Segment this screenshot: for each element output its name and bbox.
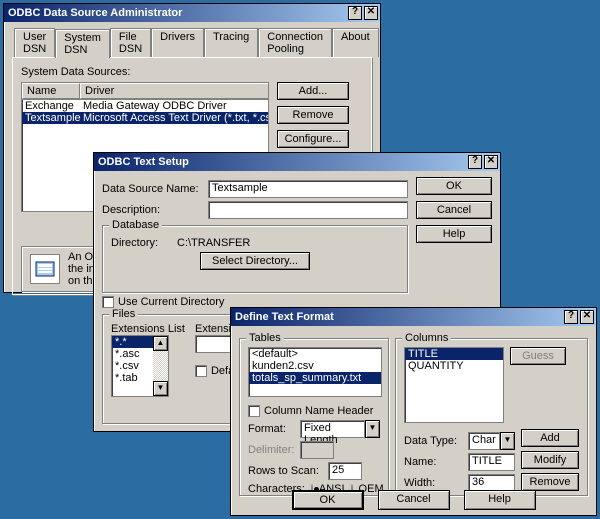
- chevron-down-icon[interactable]: ▼: [365, 420, 380, 438]
- remove-button[interactable]: Remove: [277, 106, 349, 124]
- data-type-select[interactable]: Char ▼: [468, 432, 515, 450]
- help-title-button[interactable]: ?: [468, 155, 482, 169]
- description-input[interactable]: [208, 201, 408, 219]
- odbc-icon: [30, 254, 60, 284]
- ok-button[interactable]: OK: [416, 177, 492, 195]
- window-title: ODBC Data Source Administrator: [8, 7, 348, 19]
- checkbox-icon: [248, 405, 260, 417]
- rows-to-scan-input[interactable]: 25: [328, 462, 362, 480]
- extensions-list-label: Extensions List: [111, 323, 185, 335]
- list-item[interactable]: *.tab: [112, 372, 153, 384]
- extensions-list[interactable]: *.* *.asc *.csv *.tab ▲ ▼: [111, 335, 169, 397]
- columns-group-label: Columns: [402, 332, 451, 344]
- list-item[interactable]: TITLE: [405, 348, 503, 360]
- help-button[interactable]: Help: [464, 490, 536, 510]
- width-label: Width:: [404, 477, 462, 489]
- directory-value: C:\TRANSFER: [177, 237, 250, 249]
- close-title-button[interactable]: ✕: [580, 310, 594, 324]
- description-label: Description:: [102, 204, 202, 216]
- add-column-button[interactable]: Add: [521, 429, 579, 447]
- window-title: ODBC Text Setup: [98, 156, 468, 168]
- configure-button[interactable]: Configure...: [277, 130, 349, 148]
- list-item[interactable]: kunden2.csv: [249, 360, 381, 372]
- tab-tracing[interactable]: Tracing: [204, 28, 258, 57]
- directory-label: Directory:: [111, 237, 171, 249]
- tab-drivers[interactable]: Drivers: [151, 28, 204, 57]
- tables-group-label: Tables: [246, 332, 284, 344]
- tab-file-dsn[interactable]: File DSN: [110, 28, 151, 57]
- titlebar[interactable]: Define Text Format ? ✕: [231, 308, 596, 326]
- tab-connection-pooling[interactable]: Connection Pooling: [258, 28, 332, 57]
- column-name-header-checkbox[interactable]: Column Name Header: [248, 405, 380, 417]
- rows-to-scan-label: Rows to Scan:: [248, 465, 322, 477]
- add-button[interactable]: Add...: [277, 82, 349, 100]
- tab-about[interactable]: About: [332, 28, 379, 57]
- scroll-down-icon[interactable]: ▼: [153, 381, 168, 396]
- titlebar[interactable]: ODBC Text Setup ? ✕: [94, 153, 500, 171]
- format-select[interactable]: Fixed Length ▼: [300, 420, 380, 438]
- dsn-row[interactable]: TextsampleMicrosoft Access Text Driver (…: [22, 112, 269, 124]
- help-title-button[interactable]: ?: [348, 6, 362, 20]
- guess-button[interactable]: Guess: [510, 347, 566, 365]
- delimiter-label: Delimiter:: [248, 444, 294, 456]
- name-input[interactable]: TITLE: [468, 453, 515, 471]
- titlebar[interactable]: ODBC Data Source Administrator ? ✕: [4, 4, 380, 22]
- cancel-button[interactable]: Cancel: [378, 490, 450, 510]
- modify-column-button[interactable]: Modify: [521, 451, 579, 469]
- close-title-button[interactable]: ✕: [364, 6, 378, 20]
- name-label: Name:: [404, 456, 462, 468]
- remove-column-button[interactable]: Remove: [521, 473, 579, 491]
- tables-list[interactable]: <default> kunden2.csv totals_sp_summary.…: [248, 347, 382, 397]
- col-driver[interactable]: Driver: [80, 83, 269, 99]
- dsn-input[interactable]: Textsample: [208, 180, 408, 198]
- window-title: Define Text Format: [235, 311, 564, 323]
- scrollbar[interactable]: ▲ ▼: [153, 336, 168, 396]
- list-item[interactable]: totals_sp_summary.txt: [249, 372, 381, 384]
- format-label: Format:: [248, 423, 294, 435]
- ok-button[interactable]: OK: [292, 490, 364, 510]
- list-item[interactable]: QUANTITY: [405, 360, 503, 372]
- files-group-label: Files: [109, 308, 138, 320]
- tab-strip: User DSN System DSN File DSN Drivers Tra…: [14, 28, 372, 57]
- col-name[interactable]: Name: [22, 83, 80, 99]
- dsn-row[interactable]: ExchangeMedia Gateway ODBC Driver: [22, 100, 269, 112]
- system-data-sources-label: System Data Sources:: [21, 66, 363, 78]
- select-directory-button[interactable]: Select Directory...: [200, 252, 310, 270]
- list-item[interactable]: <default>: [249, 348, 381, 360]
- delimiter-input: [300, 441, 334, 459]
- data-type-label: Data Type:: [404, 435, 462, 447]
- list-item[interactable]: *.csv: [112, 360, 153, 372]
- columns-list[interactable]: TITLE QUANTITY: [404, 347, 504, 423]
- help-button[interactable]: Help: [416, 225, 492, 243]
- database-group-label: Database: [109, 219, 162, 231]
- chevron-down-icon[interactable]: ▼: [500, 432, 515, 450]
- checkbox-icon: [195, 365, 207, 377]
- checkbox-icon: [102, 296, 114, 308]
- list-item[interactable]: *.*: [112, 336, 153, 348]
- close-title-button[interactable]: ✕: [484, 155, 498, 169]
- dsn-label: Data Source Name:: [102, 183, 202, 195]
- cancel-button[interactable]: Cancel: [416, 201, 492, 219]
- list-item[interactable]: *.asc: [112, 348, 153, 360]
- tab-system-dsn[interactable]: System DSN: [55, 29, 110, 58]
- tab-user-dsn[interactable]: User DSN: [14, 28, 55, 57]
- define-text-format-window: Define Text Format ? ✕ Tables <default> …: [230, 307, 597, 516]
- help-title-button[interactable]: ?: [564, 310, 578, 324]
- scroll-up-icon[interactable]: ▲: [153, 336, 168, 351]
